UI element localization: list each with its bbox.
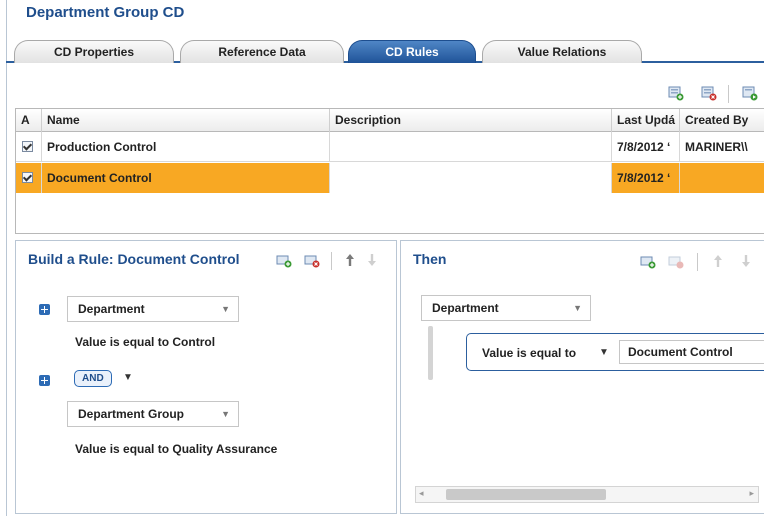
column-header-active[interactable]: A	[16, 109, 42, 132]
then-value-input[interactable]: Document Control	[619, 340, 764, 364]
rules-grid: A Name Description Last Updá Created By …	[15, 108, 764, 234]
table-row-selected[interactable]: Document Control 7/8/2012 ‘	[16, 163, 764, 193]
column-header-last-updated[interactable]: Last Updá	[612, 109, 680, 132]
last-updated-cell: 7/8/2012 ‘	[612, 132, 680, 162]
tab-reference-data[interactable]: Reference Data	[180, 40, 344, 63]
build-rule-title: Build a Rule: Document Control	[28, 251, 240, 267]
add-rule-icon[interactable]	[668, 86, 684, 101]
column-header-description[interactable]: Description	[330, 109, 612, 132]
active-checkbox[interactable]	[22, 172, 33, 183]
then-value-text: Document Control	[628, 345, 733, 359]
description-cell	[330, 132, 612, 162]
operator-dropdown-icon[interactable]: ▼	[123, 372, 133, 383]
run-rule-icon[interactable]	[742, 86, 758, 101]
chevron-down-icon: ▼	[573, 303, 582, 313]
tab-cd-properties[interactable]: CD Properties	[14, 40, 174, 63]
tab-value-relations[interactable]: Value Relations	[482, 40, 642, 63]
then-title: Then	[413, 251, 447, 267]
drag-handle[interactable]	[428, 326, 433, 380]
active-checkbox[interactable]	[22, 141, 33, 152]
chevron-down-icon: ▼	[221, 409, 230, 419]
last-updated-cell: 7/8/2012 ‘	[612, 163, 680, 193]
description-cell	[330, 163, 612, 193]
scrollbar-thumb[interactable]	[446, 489, 606, 500]
page-title: Department Group CD	[26, 4, 185, 21]
name-cell: Document Control	[42, 163, 330, 193]
operator-dropdown-icon[interactable]: ▼	[599, 347, 609, 358]
column-header-created-by[interactable]: Created By	[680, 109, 764, 132]
condition1-field-select[interactable]: Department ▼	[67, 296, 239, 322]
then-field-label: Department	[432, 301, 499, 315]
delete-rule-icon[interactable]	[701, 86, 717, 101]
name-cell: Production Control	[42, 132, 330, 162]
tab-cd-rules[interactable]: CD Rules	[348, 40, 476, 63]
then-field-select[interactable]: Department ▼	[421, 295, 591, 321]
condition2-field-label: Department Group	[78, 407, 185, 421]
condition2-field-select[interactable]: Department Group ▼	[67, 401, 239, 427]
column-header-name[interactable]: Name	[42, 109, 330, 132]
toolbar-separator	[728, 85, 729, 103]
horizontal-scrollbar[interactable]: ◂ ▸	[415, 486, 759, 503]
chevron-down-icon: ▼	[221, 304, 230, 314]
condition1-text: Value is equal to Control	[75, 335, 216, 349]
toolbar-separator	[331, 252, 332, 270]
active-cell	[16, 163, 42, 193]
expand-icon[interactable]	[39, 304, 50, 315]
move-up-icon	[714, 255, 722, 267]
move-up-icon[interactable]	[345, 253, 355, 267]
condition2-text: Value is equal to Quality Assurance	[75, 442, 278, 456]
then-operator-label: Value is equal to	[482, 346, 577, 360]
move-down-icon	[742, 255, 750, 267]
build-rule-panel: Build a Rule: Document Control	[15, 240, 397, 514]
delete-condition-icon[interactable]	[304, 253, 320, 268]
delete-action-icon	[668, 256, 684, 269]
created-by-cell: MARINER\\	[685, 140, 748, 154]
then-value-box: Value is equal to ▼ Document Control	[466, 333, 764, 371]
scroll-right-icon[interactable]: ▸	[749, 488, 754, 499]
scroll-left-icon[interactable]: ◂	[419, 488, 424, 499]
move-down-icon	[368, 254, 376, 266]
add-action-icon[interactable]	[640, 254, 656, 269]
add-condition-icon[interactable]	[276, 253, 292, 268]
expand-icon[interactable]	[39, 375, 50, 386]
active-cell	[16, 132, 42, 162]
grid-header: A Name Description Last Updá Created By	[16, 109, 764, 132]
condition1-field-label: Department	[78, 302, 145, 316]
toolbar-separator	[697, 253, 698, 271]
then-panel: Then	[400, 240, 764, 514]
table-row[interactable]: Production Control 7/8/2012 ‘ MARINER\\	[16, 132, 764, 162]
and-operator-button[interactable]: AND	[74, 370, 112, 387]
created-by-cell	[680, 163, 764, 193]
tab-bar: CD Properties Reference Data CD Rules Va…	[6, 33, 764, 63]
